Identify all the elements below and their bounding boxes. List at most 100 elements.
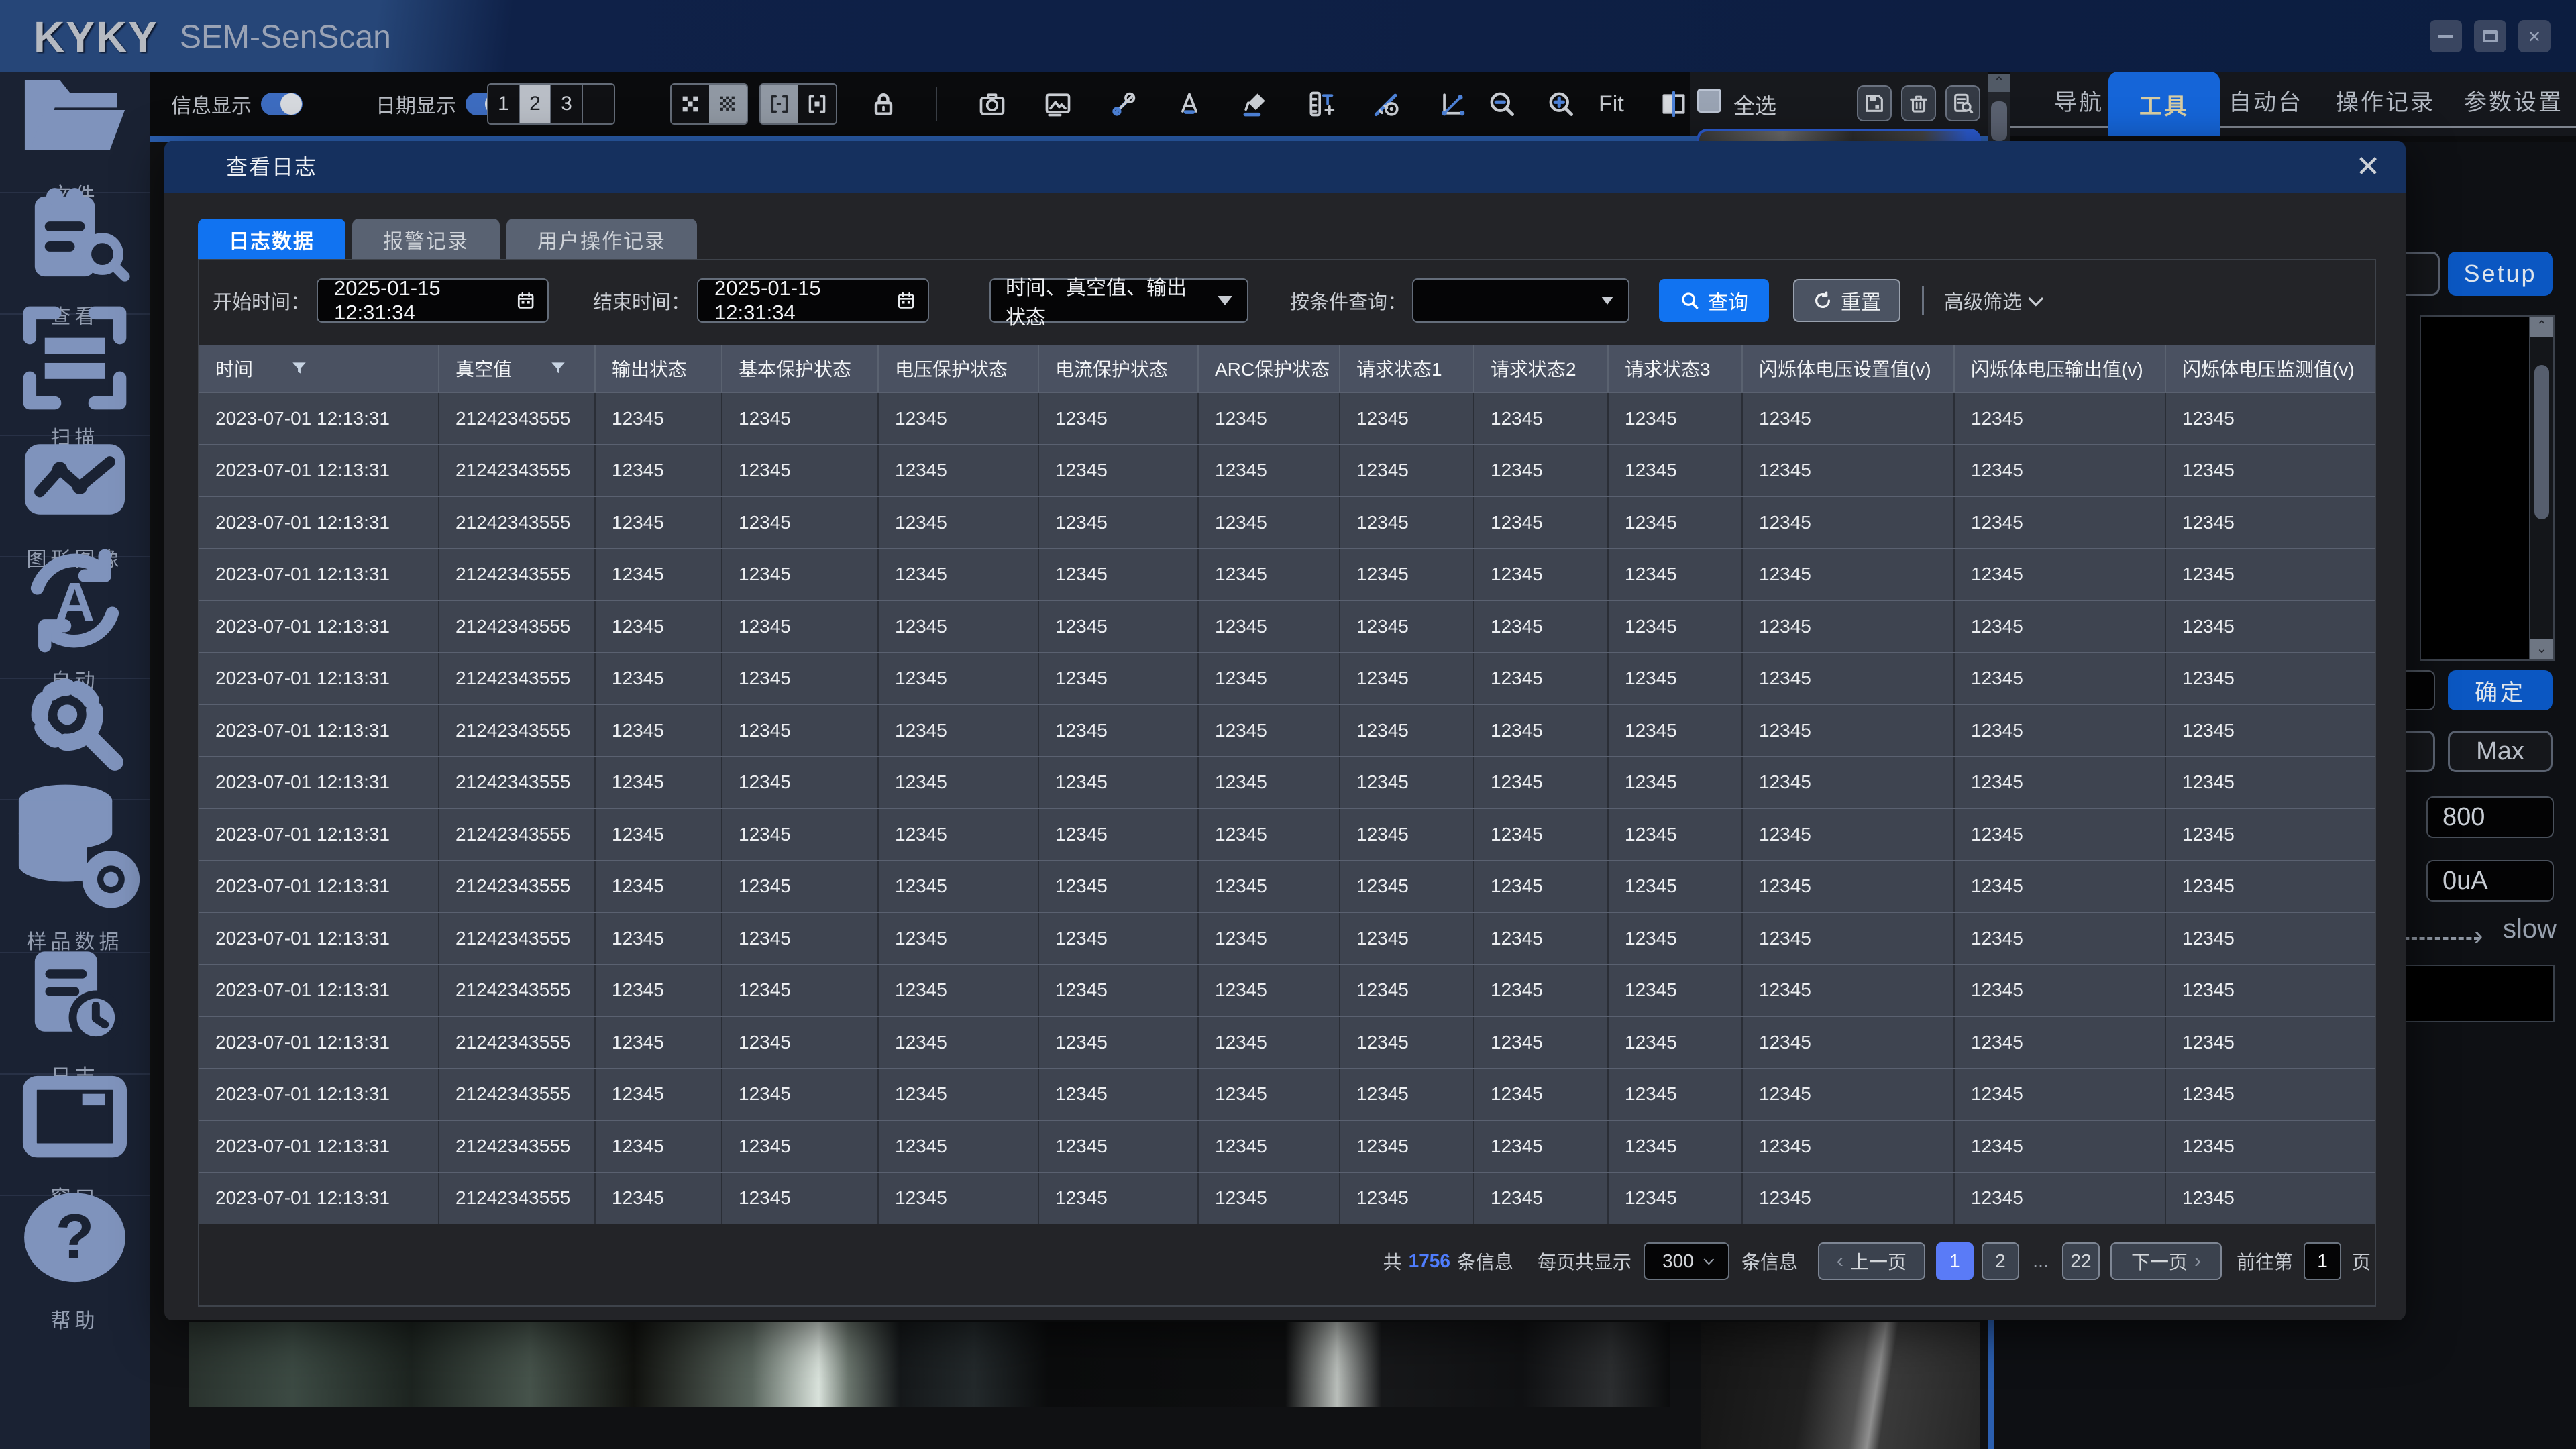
scroll-up-icon[interactable]: ⌃ [2530,317,2553,337]
prev-page-button[interactable]: ‹ 上一页 [1818,1242,1925,1280]
dialog-close-button[interactable]: ✕ [2351,149,2385,184]
right-tab-3[interactable]: 自动台 [2229,72,2303,128]
column-header[interactable]: 时间 [199,345,439,392]
table-row[interactable]: 2023-07-01 12:13:31212423435551234512345… [199,912,2375,964]
start-time-input[interactable]: 2025-01-15 12:31:34 [317,278,549,323]
camera-button[interactable] [973,83,1011,125]
condition-select[interactable] [1412,278,1629,323]
zoom-out-button[interactable] [1483,83,1521,125]
split-view-button[interactable] [1655,83,1693,125]
pattern-sparse-button[interactable] [672,85,709,123]
sidebar-item-window[interactable]: 窗口 [0,1075,150,1196]
text-button[interactable] [1171,83,1208,125]
maximize-button[interactable] [2474,20,2506,52]
dialog-tab[interactable]: 报警记录 [352,219,500,260]
table-row[interactable]: 2023-07-01 12:13:31212423435551234512345… [199,1068,2375,1120]
wrench-button[interactable] [1105,83,1142,125]
table-row[interactable]: 2023-07-01 12:13:31212423435551234512345… [199,392,2375,444]
dialog-tab[interactable]: 日志数据 [198,219,345,260]
sidebar-item-folder[interactable]: 文件 [0,72,150,193]
table-row[interactable]: 2023-07-01 12:13:31212423435551234512345… [199,704,2375,756]
table-row[interactable]: 2023-07-01 12:13:31212423435551234512345… [199,600,2375,652]
lock-button[interactable] [865,83,902,125]
info-display-toggle[interactable] [261,93,303,115]
table-row[interactable]: 2023-07-01 12:13:31212423435551234512345… [199,496,2375,548]
protractor-button[interactable] [1368,83,1405,125]
page-number-button[interactable]: 1 [1936,1242,1974,1280]
field-select[interactable]: 时间、真空值、输出状态 [989,278,1248,323]
right-tab-5[interactable]: 参数设置 [2464,72,2563,128]
sidebar-item-log[interactable]: 日志 [0,953,150,1075]
page-number-button[interactable]: 2 [1982,1242,2019,1280]
marker-button[interactable] [1236,83,1274,125]
dialog-header[interactable]: 查看日志 ✕ [164,141,2406,193]
scrollbar-thumb[interactable] [2534,365,2549,519]
column-header[interactable]: 请求状态1 [1340,345,1474,392]
table-row[interactable]: 2023-07-01 12:13:31212423435551234512345… [199,652,2375,704]
pattern-dense-button[interactable] [709,85,747,123]
query-button[interactable]: 查询 [1659,279,1769,322]
column-header[interactable]: 闪烁体电压输出值(v) [1955,345,2166,392]
column-header[interactable]: 电压保护状态 [879,345,1039,392]
scroll-down-icon[interactable]: ⌄ [2530,639,2553,659]
column-header[interactable]: 闪烁体电压监测值(v) [2166,345,2375,392]
max-button[interactable]: Max [2448,731,2553,772]
fit-button[interactable]: Fit [1599,91,1624,117]
view-button-1[interactable]: 1 [488,85,520,123]
select-all-checkbox[interactable] [1697,89,1721,113]
right-tab-4[interactable]: 操作记录 [2336,72,2435,128]
listbox-scrollbar[interactable]: ⌃ ⌄ [2529,317,2553,659]
end-time-input[interactable]: 2025-01-15 12:31:34 [697,278,929,323]
table-row[interactable]: 2023-07-01 12:13:31212423435551234512345… [199,1172,2375,1224]
dialog-tab[interactable]: 用户操作记录 [506,219,697,260]
column-header[interactable]: 基本保护状态 [722,345,879,392]
area-solid-button[interactable] [798,85,836,123]
view-button-2[interactable]: 2 [520,85,551,123]
confirm-button[interactable]: 确定 [2448,670,2553,710]
angle-button[interactable] [1434,83,1471,125]
column-header[interactable]: ARC保护状态 [1199,345,1340,392]
image-button[interactable] [1039,83,1077,125]
sidebar-item-sample-data[interactable]: 样品数据 管理 [0,800,150,953]
table-row[interactable]: 2023-07-01 12:13:31212423435551234512345… [199,808,2375,860]
reset-button[interactable]: 重置 [1793,279,1900,322]
goto-page-input[interactable]: 1 [2304,1242,2341,1280]
save-image-button[interactable] [1857,85,1892,121]
minimize-button[interactable] [2430,20,2462,52]
image-list-scrollbar[interactable]: ⌃ [1988,74,2010,141]
measure-button[interactable] [1302,83,1340,125]
scrollbar-thumb[interactable] [1991,101,2007,141]
table-row[interactable]: 2023-07-01 12:13:31212423435551234512345… [199,860,2375,912]
sidebar-item-scan[interactable]: 扫描 [0,315,150,436]
sidebar-item-help[interactable]: ?帮助 [0,1196,150,1318]
right-tab-1[interactable]: 导航 [2054,72,2104,128]
delete-image-button[interactable] [1901,85,1936,121]
detector-listbox[interactable]: ⌃ ⌄ [2420,315,2555,661]
table-row[interactable]: 2023-07-01 12:13:31212423435551234512345… [199,444,2375,496]
table-row[interactable]: 2023-07-01 12:13:31212423435551234512345… [199,1120,2375,1172]
zoom-in-button[interactable] [1542,83,1580,125]
table-row[interactable]: 2023-07-01 12:13:31212423435551234512345… [199,548,2375,600]
close-window-button[interactable]: × [2518,20,2551,52]
sidebar-item-auto[interactable]: A自动 [0,557,150,679]
table-row[interactable]: 2023-07-01 12:13:31212423435551234512345… [199,964,2375,1016]
sidebar-item-graphics[interactable]: 图形图像 [0,436,150,557]
next-page-button[interactable]: 下一页 › [2110,1242,2222,1280]
column-header[interactable]: 电流保护状态 [1039,345,1199,392]
current-input[interactable]: 0uA [2426,860,2554,902]
column-header[interactable]: 请求状态3 [1609,345,1743,392]
scroll-up-icon[interactable]: ⌃ [1988,74,2010,92]
right-tab-2[interactable]: 工具 [2108,72,2220,136]
table-row[interactable]: 2023-07-01 12:13:31212423435551234512345… [199,756,2375,808]
image-report-button[interactable] [1945,85,1980,121]
sidebar-item-view[interactable]: 查看 [0,193,150,315]
view-button-3[interactable]: 3 [551,85,583,123]
column-header[interactable]: 真空值 [439,345,596,392]
table-row[interactable]: 2023-07-01 12:13:31212423435551234512345… [199,1016,2375,1068]
voltage-input[interactable]: 800 [2426,796,2554,838]
column-header[interactable]: 闪烁体电压设置值(v) [1743,345,1955,392]
column-header[interactable]: 请求状态2 [1474,345,1609,392]
view-button-blank[interactable] [583,85,614,123]
page-number-button[interactable]: 22 [2062,1242,2100,1280]
area-dashed-button[interactable] [761,85,798,123]
